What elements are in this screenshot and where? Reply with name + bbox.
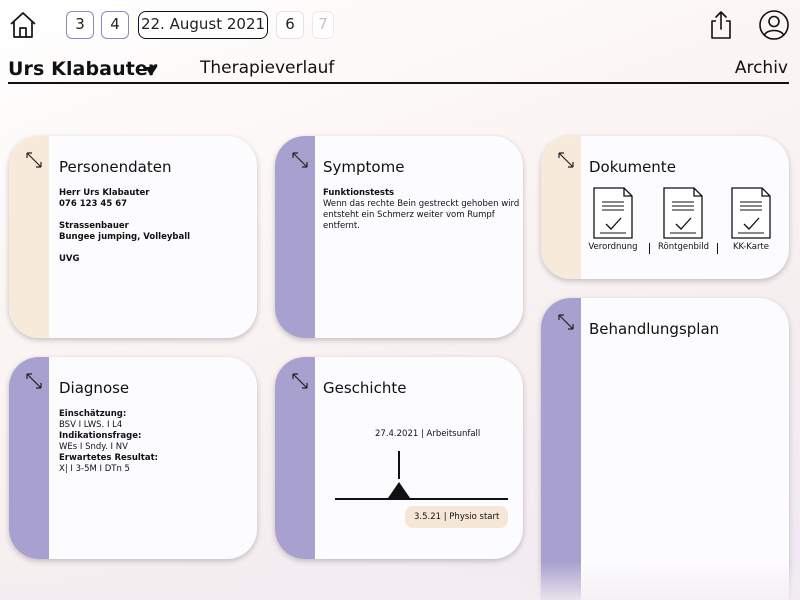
card-title: Behandlungsplan <box>589 320 720 338</box>
timeline-event-badge[interactable]: 3.5.21 | Physio start <box>405 506 509 528</box>
profile-button[interactable] <box>758 9 790 41</box>
diagnose-label: Einschätzung: <box>59 409 127 419</box>
card-geschichte[interactable]: Geschichte 27.4.2021 | Arbeitsunfall 3.5… <box>275 357 523 559</box>
card-title: Personendaten <box>59 158 172 176</box>
timeline-axis <box>335 498 508 500</box>
card-dokumente[interactable]: Dokumente Verordnung Röntgenbild KK-Kart… <box>541 136 789 279</box>
expand-icon[interactable] <box>557 313 575 331</box>
tab-therapieverlauf[interactable]: Therapieverlauf <box>200 58 334 78</box>
share-button[interactable] <box>707 9 735 41</box>
document-label: Röntgenbild <box>658 242 709 252</box>
document-check-icon <box>731 187 771 239</box>
diagnose-value: WEs I Sndy. I NV <box>59 442 128 452</box>
patient-name-selector[interactable]: Urs Klabauter <box>8 58 157 80</box>
document-label: Verordnung <box>588 242 638 252</box>
patient-occupation: Strassenbauer <box>59 221 129 231</box>
card-body: Einschätzung: BSV I LWS. I L4 Indikation… <box>59 409 158 475</box>
document-separator <box>649 243 650 254</box>
day-chip-4[interactable]: 4 <box>101 11 129 39</box>
document-roentgenbild[interactable]: Röntgenbild <box>658 186 709 252</box>
card-title: Symptome <box>323 158 405 176</box>
patient-phone: 076 123 45 67 <box>59 199 128 209</box>
card-symptome[interactable]: Symptome Funktionstests Wenn das rechte … <box>275 136 523 338</box>
symptom-text: entsteht ein Schmerz weiter vom Rumpf <box>323 210 495 220</box>
document-kk-karte[interactable]: KK-Karte <box>726 186 776 252</box>
timeline-event[interactable]: 27.4.2021 | Arbeitsunfall <box>375 429 480 439</box>
home-icon <box>10 12 36 38</box>
card-body: Herr Urs Klabauter 076 123 45 67 Strasse… <box>59 188 190 265</box>
expand-icon[interactable] <box>291 151 309 169</box>
card-stripe <box>541 298 581 600</box>
home-button[interactable] <box>8 10 38 40</box>
diagnose-value: X| I 3-5M I DTn 5 <box>59 464 130 474</box>
tab-archiv[interactable]: Archiv <box>735 58 788 78</box>
document-check-icon <box>593 187 633 239</box>
card-diagnose[interactable]: Diagnose Einschätzung: BSV I LWS. I L4 I… <box>9 357 257 559</box>
diagnose-label: Erwartetes Resultat: <box>59 453 159 463</box>
expand-icon[interactable] <box>557 151 575 169</box>
document-check-icon <box>663 187 703 239</box>
card-behandlungsplan[interactable]: Behandlungsplan <box>541 298 789 600</box>
diagnose-value: BSV I LWS. I L4 <box>59 420 123 430</box>
document-verordnung[interactable]: Verordnung <box>588 186 638 252</box>
card-title: Diagnose <box>59 379 130 397</box>
day-chip-7[interactable]: 7 <box>312 11 334 39</box>
patient-fullname: Herr Urs Klabauter <box>59 188 150 198</box>
timeline-marker-icon <box>388 482 410 498</box>
day-chip-6[interactable]: 6 <box>276 11 304 39</box>
card-body: Funktionstests Wenn das rechte Bein gest… <box>323 188 519 232</box>
expand-icon[interactable] <box>25 151 43 169</box>
patient-hobbies: Bungee jumping, Volleyball <box>59 232 191 242</box>
expand-icon[interactable] <box>25 372 43 390</box>
patient-dropdown-caret[interactable] <box>143 63 159 77</box>
expand-icon[interactable] <box>291 372 309 390</box>
document-separator <box>717 243 718 254</box>
diagnose-label: Indikationsfrage: <box>59 431 142 441</box>
current-date-chip[interactable]: 22. August 2021 <box>138 11 268 39</box>
patient-insurance: UVG <box>59 254 80 264</box>
day-chip-3[interactable]: 3 <box>66 11 94 39</box>
header-divider <box>8 82 789 84</box>
share-icon <box>711 11 731 39</box>
symptom-text: entfernt. <box>323 221 360 231</box>
card-title: Geschichte <box>323 379 407 397</box>
document-label: KK-Karte <box>732 242 769 252</box>
timeline-stem <box>398 451 400 479</box>
card-title: Dokumente <box>589 158 676 176</box>
caret-down-icon <box>145 67 157 76</box>
symptom-heading: Funktionstests <box>323 188 395 198</box>
card-personendaten[interactable]: Personendaten Herr Urs Klabauter 076 123… <box>9 136 257 338</box>
user-profile-icon <box>759 10 789 40</box>
symptom-text: Wenn das rechte Bein gestreckt gehoben w… <box>323 199 520 209</box>
